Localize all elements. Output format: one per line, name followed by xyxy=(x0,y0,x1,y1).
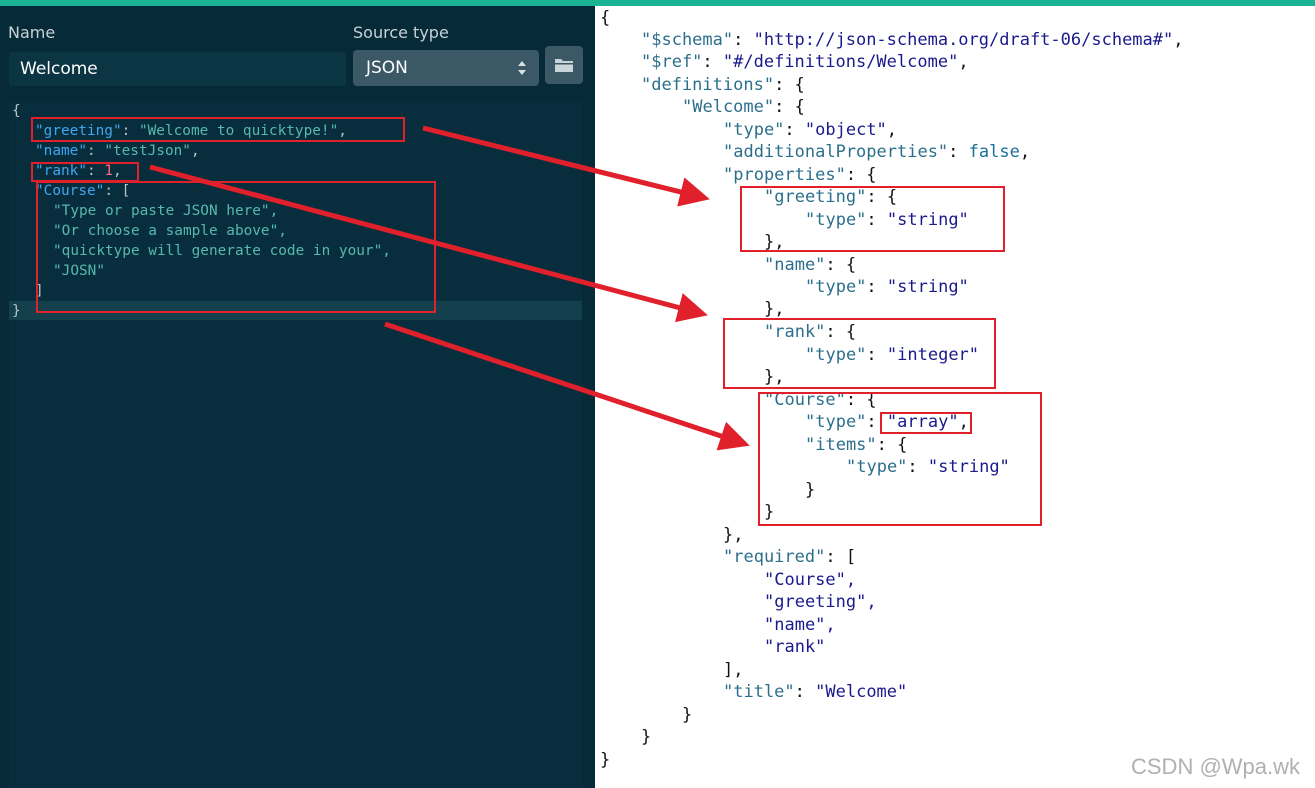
close-brace-comma: }, xyxy=(764,299,785,319)
welcome-line: "Welcome": { xyxy=(682,97,805,117)
required-item: "rank" xyxy=(764,637,826,657)
annotation-box-greeting xyxy=(31,117,405,142)
updown-arrows-icon xyxy=(518,61,526,75)
name-value: "testJson" xyxy=(104,143,191,159)
ref-line: "$ref": "#/definitions/Welcome", xyxy=(641,52,969,72)
open-file-button[interactable] xyxy=(545,46,583,84)
schema-line: "$schema": "http://json-schema.org/draft… xyxy=(641,30,1184,50)
required-item: "Course", xyxy=(764,570,857,590)
annotation-box-rank-schema xyxy=(723,318,996,389)
name-input[interactable]: Welcome xyxy=(9,52,346,86)
definitions-line: "definitions": { xyxy=(641,75,805,95)
annotation-box-rank xyxy=(31,162,139,182)
annotation-box-array xyxy=(880,412,972,434)
properties-line: "properties": { xyxy=(723,165,877,185)
close-brace: } xyxy=(600,750,611,770)
annotation-box-greeting-schema xyxy=(740,186,1005,252)
required-item: "greeting", xyxy=(764,592,877,612)
close-brace: } xyxy=(682,705,693,725)
folder-icon xyxy=(555,59,573,72)
source-type-label: Source type xyxy=(353,23,449,42)
code-line-close-brace: } xyxy=(12,303,21,319)
close-brace: } xyxy=(641,727,652,747)
required-line: "required": [ xyxy=(723,547,857,567)
title-line: "title": "Welcome" xyxy=(723,682,908,702)
watermark: CSDN @Wpa.wk xyxy=(1131,754,1301,779)
schema-open-brace: { xyxy=(600,8,611,28)
name-prop-line: "name": { xyxy=(764,255,857,275)
annotation-box-course xyxy=(36,181,436,313)
code-line-name: "name": "testJson", xyxy=(35,143,200,159)
code-line-open-brace: { xyxy=(12,103,21,119)
required-item: "name", xyxy=(764,615,836,635)
source-type-value: JSON xyxy=(366,58,408,78)
source-type-select[interactable]: JSON xyxy=(353,50,539,86)
name-label: Name xyxy=(8,23,56,42)
type-object-line: "type": "object", xyxy=(723,120,898,140)
additional-properties-line: "additionalProperties": false, xyxy=(723,142,1031,162)
name-key: "name" xyxy=(35,143,87,159)
close-array: ], xyxy=(723,660,744,680)
close-brace-comma: }, xyxy=(723,525,744,545)
name-type-line: "type": "string" xyxy=(805,277,969,297)
